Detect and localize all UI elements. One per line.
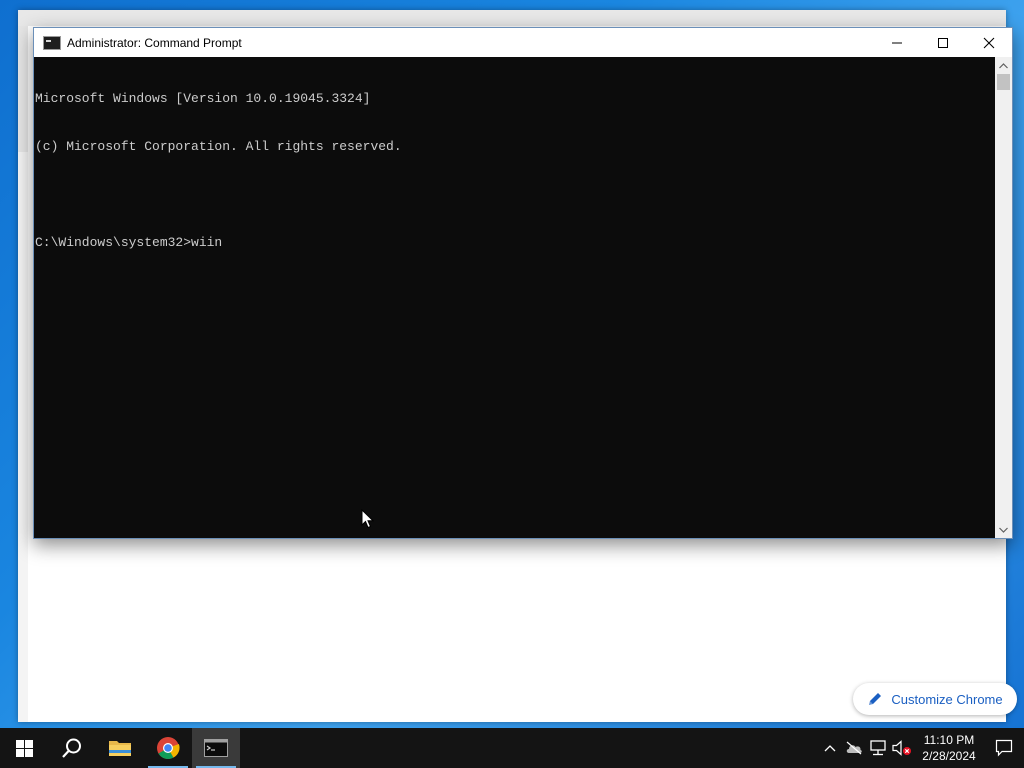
- taskbar: 11:10 PM 2/28/2024: [0, 728, 1024, 768]
- onedrive-tray-button[interactable]: [842, 728, 866, 768]
- clock-date: 2/28/2024: [922, 749, 976, 763]
- maximize-icon: [938, 37, 948, 48]
- start-button[interactable]: [0, 728, 48, 768]
- chevron-up-icon: [824, 745, 836, 752]
- folder-icon: [109, 741, 131, 756]
- pencil-icon: [869, 693, 882, 705]
- title-bar[interactable]: Administrator: Command Prompt: [34, 28, 1012, 57]
- close-button[interactable]: [966, 28, 1012, 57]
- console-output[interactable]: Microsoft Windows [Version 10.0.19045.33…: [34, 57, 995, 538]
- system-tray: 11:10 PM 2/28/2024: [818, 728, 1024, 768]
- chrome-tab-strip: [18, 10, 1006, 26]
- scroll-up-button[interactable]: [995, 57, 1012, 74]
- volume-tray-button[interactable]: [890, 728, 914, 768]
- network-icon: [870, 740, 886, 756]
- taskbar-clock[interactable]: 11:10 PM 2/28/2024: [914, 728, 984, 768]
- minimize-icon: [892, 42, 902, 43]
- search-button[interactable]: [48, 728, 96, 768]
- chrome-toolbar-edge: [18, 26, 28, 152]
- desktop: Customize Chrome Administrator: Command …: [0, 0, 1024, 728]
- maximize-button[interactable]: [920, 28, 966, 57]
- scrollbar-thumb[interactable]: [997, 74, 1010, 90]
- clock-time: 11:10 PM: [923, 733, 975, 747]
- chrome-icon: [157, 737, 180, 759]
- network-tray-button[interactable]: [866, 728, 890, 768]
- window-title: Administrator: Command Prompt: [67, 35, 242, 50]
- console-prompt-line[interactable]: C:\Windows\system32>wiin: [35, 235, 995, 251]
- command-prompt-taskbar-button[interactable]: [192, 728, 240, 768]
- chrome-taskbar-button[interactable]: [144, 728, 192, 768]
- console-line: (c) Microsoft Corporation. All rights re…: [35, 139, 402, 154]
- cloud-offline-icon: [846, 741, 862, 755]
- vertical-scrollbar[interactable]: [995, 57, 1012, 538]
- chevron-down-icon: [999, 527, 1008, 533]
- chevron-up-icon: [999, 62, 1008, 68]
- customize-chrome-label: Customize Chrome: [891, 691, 1003, 707]
- show-hidden-icons-button[interactable]: [818, 728, 842, 768]
- chrome-content-edge: [18, 152, 28, 722]
- window-controls: [874, 28, 1012, 57]
- customize-chrome-button[interactable]: Customize Chrome: [853, 683, 1017, 715]
- console-line: Microsoft Windows [Version 10.0.19045.33…: [35, 91, 371, 106]
- scroll-down-button[interactable]: [995, 521, 1012, 538]
- minimize-button[interactable]: [874, 28, 920, 57]
- volume-muted-icon: [892, 740, 911, 756]
- search-icon: [62, 738, 81, 758]
- file-explorer-button[interactable]: [96, 728, 144, 768]
- command-prompt-icon: [204, 739, 228, 757]
- action-center-button[interactable]: [984, 728, 1024, 768]
- windows-logo-icon: [15, 739, 33, 757]
- mouse-pointer-icon: [361, 509, 375, 529]
- notification-icon: [995, 739, 1013, 757]
- close-icon: [983, 37, 995, 48]
- command-prompt-icon[interactable]: [43, 35, 61, 50]
- command-prompt-window[interactable]: Administrator: Command Prompt Microsoft …: [33, 27, 1013, 539]
